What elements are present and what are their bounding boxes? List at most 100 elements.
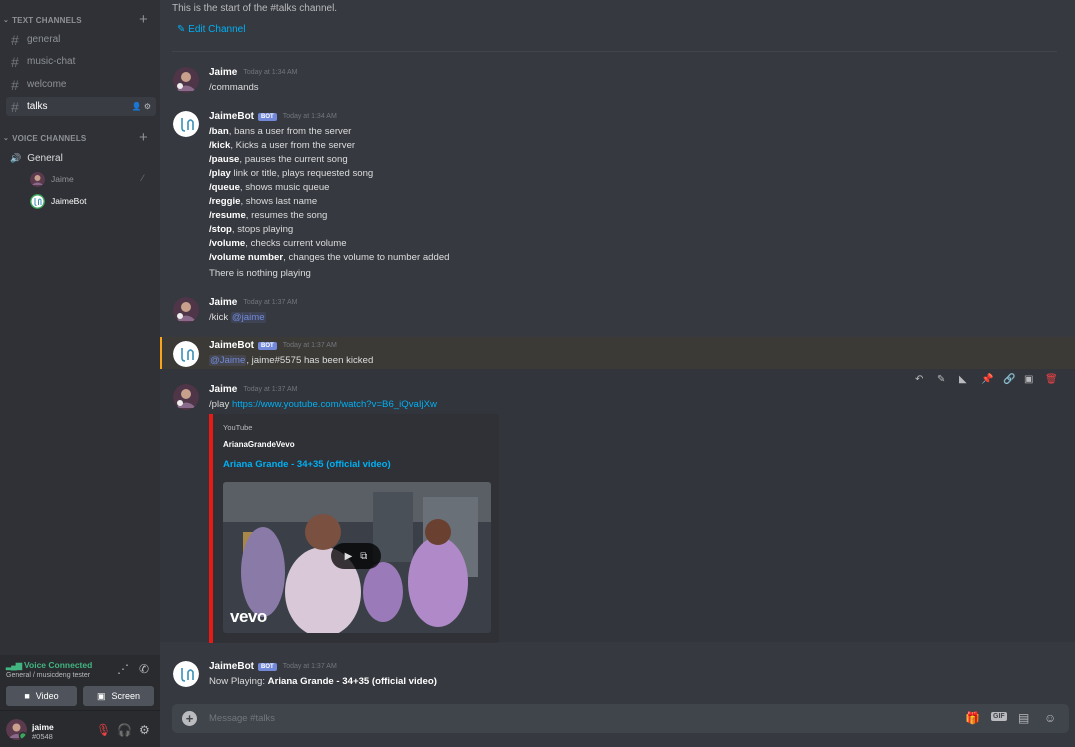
bot-badge: BOT	[258, 662, 277, 671]
command-line: /pause, pauses the current song	[209, 154, 348, 165]
user-mention[interactable]: @jaime	[230, 312, 266, 323]
category-label: VOICE CHANNELS	[12, 133, 87, 143]
voice-channel-label: General	[27, 152, 63, 164]
edit-channel-link[interactable]: ✎ Edit Channel	[177, 24, 245, 35]
settings-gear-icon[interactable]: ⚙	[139, 723, 150, 737]
add-channel-icon[interactable]: +	[139, 12, 148, 27]
add-channel-icon[interactable]: +	[139, 130, 148, 145]
open-external-icon[interactable]: ⧉	[360, 551, 367, 562]
copy-id-icon[interactable]: ▣	[1024, 374, 1033, 385]
voice-channels-category[interactable]: ⌄ VOICE CHANNELS	[3, 131, 86, 145]
pin-icon[interactable]: 📌	[981, 374, 993, 385]
play-icon[interactable]: ▶	[345, 551, 353, 562]
message-header: Jaime Today at 1:34 AM	[209, 67, 297, 78]
channel-label: talks	[27, 101, 48, 112]
screen-share-button[interactable]: ▣ Screen	[83, 686, 154, 706]
author-name[interactable]: JaimeBot	[209, 340, 254, 351]
play-controls[interactable]: ▶ ⧉	[331, 543, 381, 569]
message-header: JaimeBot BOT Today at 1:37 AM	[209, 340, 337, 351]
noise-suppression-icon[interactable]: ⋰	[117, 662, 129, 676]
command-line: /volume, checks current volume	[209, 238, 347, 249]
vevo-watermark: vevo	[230, 607, 267, 626]
author-name[interactable]: Jaime	[209, 384, 237, 395]
category-label: TEXT CHANNELS	[12, 15, 82, 25]
emoji-icon[interactable]: ☺	[1044, 711, 1056, 725]
delete-icon[interactable]: 🗑	[1045, 374, 1058, 385]
disconnect-icon[interactable]: ✆	[139, 662, 149, 676]
user-mention[interactable]: @Jaime	[209, 355, 247, 366]
avatar	[30, 171, 45, 187]
embed-author[interactable]: ArianaGrandeVevo	[223, 440, 295, 449]
voice-user-jaime[interactable]: Jaime	[30, 170, 74, 188]
video-button[interactable]: ■ Video	[6, 686, 77, 706]
message-header: Jaime Today at 1:37 AM	[209, 297, 297, 308]
edit-icon[interactable]: ✎	[937, 374, 945, 385]
timestamp: Today at 1:37 AM	[243, 386, 298, 393]
user-panel: jaime #0548 🎙 🎧 ⚙	[0, 711, 160, 747]
user-avatar[interactable]	[6, 719, 27, 740]
avatar[interactable]	[173, 297, 199, 323]
gear-icon[interactable]: ⚙	[144, 102, 151, 111]
voice-location[interactable]: General / musicdeng tester	[6, 672, 90, 679]
pencil-icon: ✎	[177, 24, 189, 35]
command-line: /volume number, changes the volume to nu…	[209, 252, 450, 263]
voice-status: Voice Connected	[23, 660, 93, 670]
video-label: Video	[35, 691, 59, 701]
bot-avatar	[30, 193, 45, 209]
bot-badge: BOT	[258, 112, 277, 121]
bot-avatar[interactable]	[173, 341, 199, 367]
embed-title[interactable]: Ariana Grande - 34+35 (official video)	[223, 459, 391, 470]
hash-icon: #	[11, 31, 19, 48]
author-name[interactable]: JaimeBot	[209, 661, 254, 672]
bot-avatar[interactable]	[173, 661, 199, 687]
text-channels-category[interactable]: ⌄ TEXT CHANNELS	[3, 13, 82, 27]
channel-music-chat[interactable]: # music-chat	[6, 52, 156, 71]
message-content: @Jaime, jaime#5575 has been kicked	[209, 355, 374, 366]
avatar[interactable]	[173, 67, 199, 93]
youtube-link[interactable]: https://www.youtube.com/watch?v=B6_iQvaI…	[232, 399, 437, 410]
mark-unread-icon[interactable]: ◣	[959, 374, 967, 385]
headphones-icon[interactable]: 🎧	[117, 723, 132, 737]
add-attachment-icon[interactable]: +	[182, 711, 197, 726]
command-line: /reggie, shows last name	[209, 196, 318, 207]
channel-label: music-chat	[27, 56, 76, 67]
avatar[interactable]	[173, 384, 199, 410]
channel-label: general	[27, 34, 61, 45]
channel-welcome[interactable]: # welcome	[6, 75, 156, 94]
screen-label: Screen	[111, 691, 141, 701]
copy-link-icon[interactable]: 🔗	[1003, 374, 1015, 385]
discord-app: ⌄ TEXT CHANNELS + # general # music-chat…	[0, 0, 1075, 747]
message-composer[interactable]: + Message #talks 🎁 GIF ▤ ☺	[172, 704, 1069, 733]
gif-button[interactable]: GIF	[991, 712, 1007, 721]
message-input[interactable]: Message #talks	[209, 713, 275, 724]
chevron-down-icon: ⌄	[3, 17, 10, 24]
command-line: /play link or title, plays requested son…	[209, 168, 374, 179]
sticker-icon[interactable]: ▤	[1018, 711, 1029, 725]
mute-mic-icon[interactable]: 🎙	[96, 723, 111, 737]
video-thumbnail[interactable]: ▶ ⧉ vevo	[223, 482, 491, 633]
hash-icon: #	[11, 98, 19, 115]
channel-talks[interactable]: # talks 👤 ⚙	[6, 97, 156, 116]
gift-icon[interactable]: 🎁	[965, 711, 980, 725]
invite-icon[interactable]: 👤	[132, 102, 142, 111]
bot-avatar[interactable]	[173, 111, 199, 137]
camera-icon: ■	[24, 691, 30, 701]
screen-share-icon: ▣	[96, 690, 106, 701]
timestamp: Today at 1:34 AM	[243, 69, 298, 76]
voice-user-label: JaimeBot	[51, 196, 87, 206]
author-name[interactable]: Jaime	[209, 297, 237, 308]
hash-icon: #	[11, 76, 19, 93]
channel-sidebar: ⌄ TEXT CHANNELS + # general # music-chat…	[0, 0, 160, 747]
voice-channel-general[interactable]: 🔊 General	[10, 150, 63, 166]
timestamp: Today at 1:37 AM	[282, 663, 337, 670]
author-name[interactable]: JaimeBot	[209, 111, 254, 122]
message-content: /play https://www.youtube.com/watch?v=B6…	[209, 399, 437, 410]
author-name[interactable]: Jaime	[209, 67, 237, 78]
timestamp: Today at 1:34 AM	[282, 113, 337, 120]
chevron-down-icon: ⌄	[3, 135, 10, 142]
signal-icon: ▂▄▆	[6, 660, 22, 670]
voice-user-jaimebot[interactable]: JaimeBot	[30, 192, 86, 210]
channel-label: welcome	[27, 79, 67, 90]
channel-general[interactable]: # general	[6, 30, 156, 49]
reply-icon[interactable]: ↶	[915, 374, 923, 385]
